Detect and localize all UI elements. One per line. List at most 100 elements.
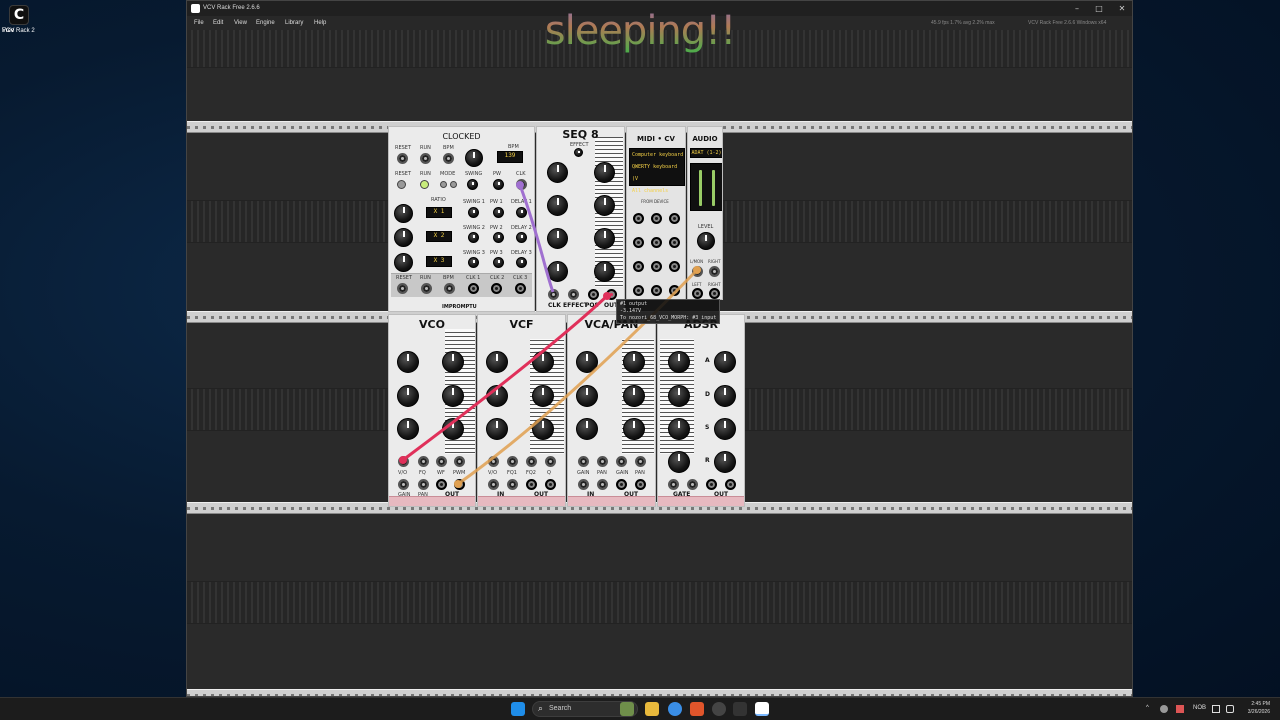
- stop-output-jack[interactable]: [651, 285, 662, 296]
- brave-browser-icon[interactable]: [690, 702, 704, 716]
- mod2-knob[interactable]: [623, 418, 645, 440]
- attack-knob[interactable]: [714, 351, 736, 373]
- left-input-jack[interactable]: [692, 266, 703, 277]
- in-right-jack[interactable]: [597, 479, 608, 490]
- reset-input-jack[interactable]: [397, 153, 408, 164]
- clk-output-jack[interactable]: [633, 261, 644, 272]
- ratio1-knob[interactable]: [394, 204, 413, 223]
- chrome-icon[interactable]: [668, 702, 682, 716]
- delay2-knob[interactable]: [516, 232, 527, 243]
- clk2-output-jack[interactable]: [491, 283, 502, 294]
- release-knob[interactable]: [714, 451, 736, 473]
- pw3-knob[interactable]: [493, 257, 504, 268]
- pw-knob[interactable]: [493, 179, 504, 190]
- step8-knob[interactable]: [594, 261, 615, 282]
- sustain-mod-knob[interactable]: [714, 418, 736, 440]
- vco-wf-knob[interactable]: [397, 385, 419, 407]
- volume-icon[interactable]: [1226, 705, 1234, 713]
- bpm-output-jack[interactable]: [444, 283, 455, 294]
- vco-freq-knob[interactable]: [442, 351, 464, 373]
- vel-output-jack[interactable]: [669, 213, 680, 224]
- step4-knob[interactable]: [594, 195, 615, 216]
- adsr-module[interactable]: ADSR A D S R GATE OUT: [657, 314, 745, 507]
- step7-knob[interactable]: [547, 261, 568, 282]
- vcf-mix-knob[interactable]: [532, 418, 554, 440]
- decay-mod-knob[interactable]: [668, 385, 690, 407]
- pan2-knob[interactable]: [623, 385, 645, 407]
- network-icon[interactable]: [1212, 705, 1220, 713]
- midi-driver-line[interactable]: Computer keyboard: [632, 149, 684, 161]
- gate-output-jack[interactable]: [651, 213, 662, 224]
- bpm-knob[interactable]: [465, 149, 483, 167]
- pw1-knob[interactable]: [493, 207, 504, 218]
- mod-output-jack[interactable]: [669, 237, 680, 248]
- gate-input-jack[interactable]: [668, 479, 679, 490]
- clocked-module[interactable]: CLOCKED BPM 139 RESET RUN BPM RESET RUN …: [388, 126, 535, 312]
- tray-app2-icon[interactable]: [1176, 705, 1184, 713]
- taskbar-clock[interactable]: 2:45 PM 3/26/2026: [1248, 700, 1270, 716]
- language-indicator[interactable]: NOB: [1193, 703, 1206, 713]
- release-mod-knob[interactable]: [668, 451, 690, 473]
- run-output-jack[interactable]: [421, 283, 432, 294]
- aft-output-jack[interactable]: [633, 237, 644, 248]
- vcf-freq2-knob[interactable]: [532, 351, 554, 373]
- strt-output-jack[interactable]: [633, 285, 644, 296]
- left-output-jack[interactable]: [692, 288, 703, 299]
- swing2-knob[interactable]: [468, 232, 479, 243]
- obs-studio-icon[interactable]: [712, 702, 726, 716]
- vca-pan-module[interactable]: VCA/PAN GAIN PAN GAIN PAN IN OUT: [567, 314, 656, 507]
- mode-button-2[interactable]: [450, 181, 457, 188]
- tray-app-icon[interactable]: [1160, 705, 1168, 713]
- vcv-rack-taskbar-icon[interactable]: [755, 702, 769, 716]
- fq1-input-jack[interactable]: [507, 456, 518, 467]
- wf-input-jack[interactable]: [436, 456, 447, 467]
- gain1-knob[interactable]: [576, 351, 598, 373]
- ratio2-knob[interactable]: [394, 228, 413, 247]
- clk-input-jack[interactable]: [548, 289, 559, 300]
- step3-knob[interactable]: [547, 195, 568, 216]
- voct-output-jack[interactable]: [633, 213, 644, 224]
- vco-module[interactable]: VCO V/O FQ WF PWM GAIN PAN OUT: [388, 314, 476, 507]
- in-right-jack[interactable]: [507, 479, 518, 490]
- vco-pw-knob[interactable]: [442, 418, 464, 440]
- swing1-knob[interactable]: [468, 207, 479, 218]
- right-output-jack[interactable]: [709, 288, 720, 299]
- decay-knob[interactable]: [714, 385, 736, 407]
- sustain-knob[interactable]: [668, 418, 690, 440]
- gain2-input-jack[interactable]: [616, 456, 627, 467]
- pw2-knob[interactable]: [493, 232, 504, 243]
- ratio3-knob[interactable]: [394, 253, 413, 272]
- delay3-knob[interactable]: [516, 257, 527, 268]
- swing-knob[interactable]: [467, 179, 478, 190]
- vcf-module[interactable]: VCF V/O FQ1 FQ2 Q IN OUT: [477, 314, 566, 507]
- clk-output-jack[interactable]: [516, 179, 527, 190]
- mod1-knob[interactable]: [576, 418, 598, 440]
- pwm-input-jack[interactable]: [454, 456, 465, 467]
- cont-output-jack[interactable]: [669, 285, 680, 296]
- out-left-jack[interactable]: [436, 479, 447, 490]
- effect-knob[interactable]: [574, 148, 583, 157]
- swing3-knob[interactable]: [468, 257, 479, 268]
- step5-knob[interactable]: [547, 228, 568, 249]
- vco-fine-knob[interactable]: [397, 351, 419, 373]
- out-left-jack[interactable]: [616, 479, 627, 490]
- in-left-jack[interactable]: [578, 479, 589, 490]
- run-button[interactable]: [420, 180, 429, 189]
- q-input-jack[interactable]: [545, 456, 556, 467]
- gain2-knob[interactable]: [623, 351, 645, 373]
- out-right-jack[interactable]: [635, 479, 646, 490]
- vcf-mod1-knob[interactable]: [486, 385, 508, 407]
- reset-button[interactable]: [397, 180, 406, 189]
- midi-device-line[interactable]: QWERTY keyboard (V: [632, 161, 684, 185]
- retrig-input-jack[interactable]: [687, 479, 698, 490]
- attack-mod-knob[interactable]: [668, 351, 690, 373]
- step6-knob[interactable]: [594, 228, 615, 249]
- bpm-input-jack[interactable]: [443, 153, 454, 164]
- vo-input-jack[interactable]: [398, 456, 409, 467]
- tray-chevron-icon[interactable]: ^: [1146, 703, 1149, 713]
- pan-input-jack[interactable]: [418, 479, 429, 490]
- delay1-knob[interactable]: [516, 207, 527, 218]
- retr-output-jack[interactable]: [669, 261, 680, 272]
- out-left-jack[interactable]: [526, 479, 537, 490]
- clkn-output-jack[interactable]: [651, 261, 662, 272]
